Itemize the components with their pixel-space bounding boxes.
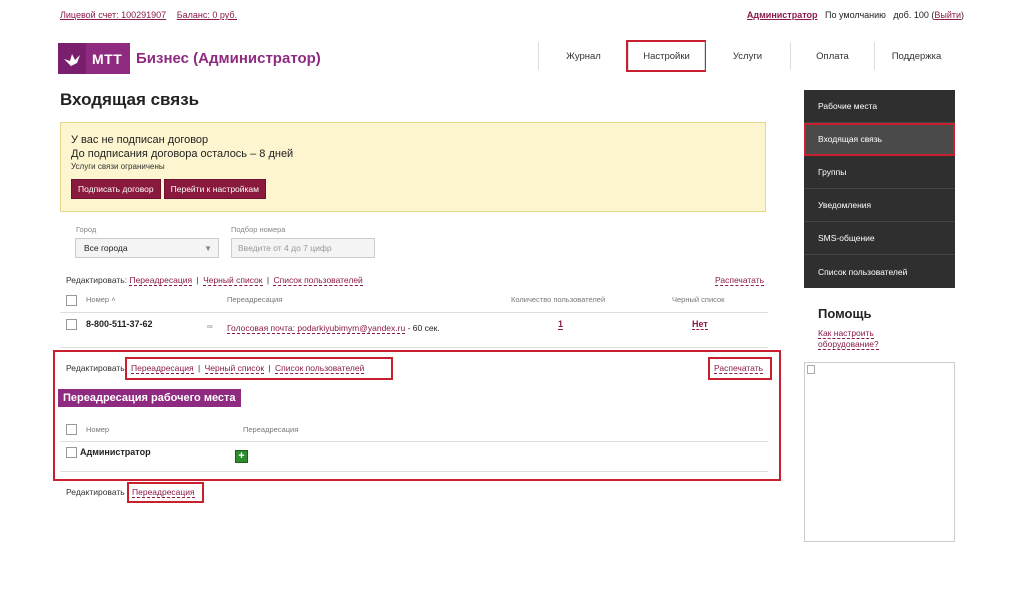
redirect-duration: - 60 сек. [407,323,440,333]
edit-label: Редактировать: [66,275,128,285]
city-select[interactable]: Все города ▼ [75,238,219,258]
separator: | [196,275,199,285]
table2-header-redirect: Переадресация [243,425,299,434]
sidebar-item-groups[interactable]: Группы [804,156,955,189]
account-bar: Лицевой счет: 100291907 Баланс: 0 руб. [60,10,245,20]
notice-line-2: До подписания договора осталось – 8 дней [71,148,294,160]
main-nav: Журнал Настройки Услуги Оплата Поддержка [538,40,958,72]
row-checkbox-1[interactable] [66,319,77,332]
row-checkbox-2[interactable] [66,447,77,460]
table1-header-number-label: Номер [86,295,110,304]
extension-label: доб. 100 ( [893,10,935,20]
chevron-down-icon: ▼ [204,244,212,253]
sidebar-item-sms[interactable]: SMS-общение [804,222,955,255]
users-list-link-1[interactable]: Список пользователей [273,275,363,286]
sidebar-item-notifications[interactable]: Уведомления [804,189,955,222]
separator: | [266,275,270,285]
separator: | [198,363,201,373]
balance-link[interactable]: Баланс: 0 руб. [177,10,237,20]
extension-suffix: ) [961,10,964,20]
logo-box: МТТ [58,43,130,74]
print-link-2-label: Распечатать [714,363,764,374]
notice-line-1: У вас не подписан договор [71,134,209,146]
table2-header-number: Номер [86,425,110,434]
sidebar-item-incoming[interactable]: Входящая связь [804,123,955,156]
help-title: Помощь [818,306,872,321]
admin-link[interactable]: Администратор [747,10,818,20]
users-count-value: 1 [558,319,564,330]
select-all-checkbox-1[interactable] [66,295,77,308]
edit-toolbar-1: Редактировать: Переадресация | Черный сп… [66,275,363,286]
print-link-1[interactable]: Распечатать [715,275,765,286]
go-to-settings-button[interactable]: Перейти к настройкам [163,179,267,199]
table-row-redirect: Голосовая почта: podarkiyubimym@yandex.r… [227,323,440,334]
blacklist-status-value: Нет [692,319,708,330]
redirect-link-1[interactable]: Переадресация [129,275,193,286]
logo-brand: МТТ [92,50,123,67]
account-number-link[interactable]: Лицевой счет: 100291907 [60,10,166,20]
banner-image [804,362,955,542]
redirect-link-3[interactable]: Переадресация [132,487,195,498]
table1-header-blacklist: Черный список [672,295,725,304]
nav-payment[interactable]: Оплата [790,42,874,70]
default-label: По умолчанию [825,10,886,20]
select-all-checkbox-2[interactable] [66,424,77,437]
table1-header-redirect: Переадресация [227,295,283,304]
contract-notice: У вас не подписан договор До подписания … [60,122,766,212]
table2-header-divider [60,441,768,442]
nav-journal[interactable]: Журнал [538,42,628,70]
sidebar-item-users[interactable]: Список пользователей [804,255,955,288]
users-list-link-2[interactable]: Список пользователей [275,363,365,374]
blacklist-status-link[interactable]: Нет [692,319,708,330]
workplace-name: Администратор [80,447,151,457]
notice-line-3: Услуги связи ограничены [71,162,165,171]
nav-settings[interactable]: Настройки [626,40,706,72]
print-link-1-label: Распечатать [715,275,765,286]
nav-services[interactable]: Услуги [704,42,790,70]
help-setup-link[interactable]: Как настроить оборудование? [818,328,918,350]
edit-toolbar-2-label: Редактировать [66,363,125,373]
sort-up-icon: ˄ [111,295,116,304]
number-search-input[interactable]: Введите от 4 до 7 цифр [231,238,375,258]
page-title: Входящая связь [60,90,200,109]
voicemail-redirect-link[interactable]: Голосовая почта: podarkiyubimym@yandex.r… [227,323,406,334]
redirect-link-3-label: Переадресация [132,487,195,498]
voicemail-icon: ∞ [207,322,213,331]
user-bar: Администратор По умолчанию доб. 100 (Вый… [747,10,964,20]
help-setup-link-label: Как настроить оборудование? [818,328,879,350]
workplace-redirect-title: Переадресация рабочего места [58,389,241,407]
number-search-label: Подбор номера [231,225,286,234]
nav-support[interactable]: Поддержка [874,42,958,70]
table1-header-number[interactable]: Номер ˄ [86,295,116,304]
logo-title: Бизнес (Администратор) [136,50,321,67]
blacklist-link-2[interactable]: Черный список [204,363,265,374]
city-label: Город [76,225,97,234]
print-link-2[interactable]: Распечатать [714,363,764,374]
plus-icon[interactable]: + [235,450,248,463]
sidebar: Рабочие места Входящая связь Группы Увед… [804,90,955,288]
logo[interactable]: МТТ Бизнес (Администратор) [58,43,321,74]
separator: | [268,363,271,373]
broken-image-icon [807,365,815,374]
edit-toolbar-3-label: Редактировать [66,487,125,497]
table2-row-divider [60,471,768,472]
table1-row-divider [60,347,768,348]
sign-contract-button[interactable]: Подписать договор [71,179,161,199]
users-count-link[interactable]: 1 [558,319,564,330]
city-select-value: Все города [84,243,128,253]
table-row-number: 8-800-511-37-62 [86,319,153,329]
logout-link[interactable]: Выйти [934,10,961,20]
table1-header-divider [60,312,768,313]
blacklist-link-1[interactable]: Черный список [203,275,263,286]
redirect-link-2[interactable]: Переадресация [131,363,194,374]
sidebar-item-workplaces[interactable]: Рабочие места [804,90,955,123]
edit-toolbar-2: Переадресация | Черный список | Список п… [131,363,365,374]
bird-logo-icon [58,43,86,74]
table1-header-users-count: Количество пользователей [511,295,606,304]
